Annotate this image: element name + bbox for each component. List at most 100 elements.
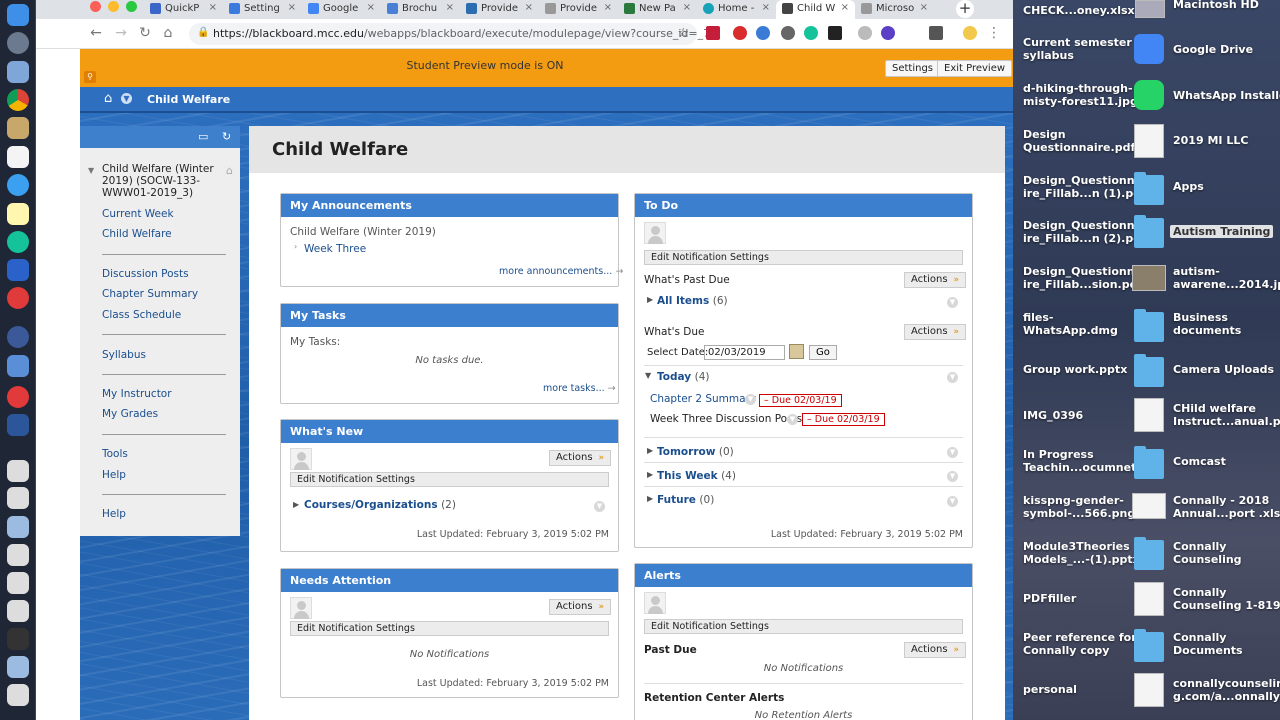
desktop-file[interactable]: Design_Questionna ire_Fillab...n (2).pdf (1023, 219, 1146, 245)
sidebar-item-current-week[interactable]: Current Week (102, 208, 174, 220)
actions-dropdown[interactable]: Actions » (549, 599, 612, 615)
desktop-file[interactable]: Group work.pptx (1023, 363, 1127, 376)
desktop-file[interactable]: Business documents (1173, 311, 1241, 337)
webloc-file-icon[interactable] (1134, 673, 1164, 707)
chevron-down-icon[interactable]: ▼ (947, 297, 958, 308)
preview-icon[interactable] (7, 61, 29, 83)
home-icon[interactable]: ⌂ (104, 91, 112, 106)
desktop-file[interactable]: Comcast (1173, 455, 1226, 468)
spreadsheet-icon[interactable] (1132, 493, 1166, 519)
sidebar-item-syllabus[interactable]: Syllabus (102, 349, 146, 361)
app-icon[interactable] (7, 287, 29, 309)
actions-dropdown[interactable]: Actions » (904, 324, 967, 340)
chevron-down-icon[interactable]: ▼ (745, 394, 756, 405)
desktop-file[interactable]: WhatsApp Installer (1173, 89, 1280, 102)
extension-icon[interactable] (756, 26, 770, 40)
document-icon[interactable] (7, 544, 29, 566)
extension-icon[interactable] (733, 26, 747, 40)
extension-icon[interactable] (858, 26, 872, 40)
expand-triangle-icon[interactable]: ▶ (293, 500, 299, 509)
close-tab-icon[interactable]: × (367, 2, 375, 13)
chevron-down-icon[interactable]: ▼ (947, 447, 958, 458)
expand-triangle-icon[interactable]: ▶ (647, 470, 653, 479)
document-icon[interactable] (1134, 582, 1164, 616)
sidebar-item-help-2[interactable]: Help (102, 508, 126, 520)
extension-icon[interactable] (804, 26, 818, 40)
menu-kebab-icon[interactable]: ⋮ (986, 25, 1002, 41)
today-group[interactable]: Today (4) (657, 370, 709, 383)
refresh-icon[interactable]: ↻ (222, 130, 231, 143)
messages-icon[interactable] (7, 174, 29, 196)
desktop-file[interactable]: Autism Training (1170, 225, 1274, 238)
reload-icon[interactable]: ↻ (137, 25, 153, 41)
desktop-file[interactable]: Camera Uploads (1173, 363, 1274, 376)
desktop-file[interactable]: CHECK...oney.xlsx (1023, 4, 1135, 17)
google-drive-icon[interactable] (1134, 34, 1164, 64)
desktop-file[interactable]: PDFfiller (1023, 592, 1076, 605)
calendar-icon[interactable] (7, 146, 29, 168)
collapse-triangle-icon[interactable]: ▼ (645, 371, 651, 380)
zoom-window-button[interactable] (126, 1, 137, 12)
extension-icon[interactable] (929, 26, 943, 40)
today-link[interactable]: Today (657, 371, 691, 383)
desktop-file[interactable]: files- WhatsApp.dmg (1023, 311, 1118, 337)
desktop-file[interactable]: CHild welfareInstruct...anual.pdf (1173, 402, 1280, 428)
desktop-file[interactable]: Connally Documents (1173, 631, 1243, 657)
folder-icon[interactable] (1134, 537, 1164, 570)
tomorrow-group[interactable]: Tomorrow (0) (657, 445, 734, 458)
desktop-file[interactable]: Connally - 2018 Annual...port .xlsx (1173, 494, 1280, 520)
folder-icon[interactable] (1134, 446, 1164, 479)
actions-dropdown[interactable]: Actions » (904, 642, 967, 658)
close-tab-icon[interactable]: × (604, 2, 612, 13)
chevron-down-icon[interactable]: ▼ (947, 496, 958, 507)
word-icon[interactable] (7, 414, 29, 436)
desktop-file[interactable]: Connally Counseling 1-819 (1173, 586, 1280, 612)
document-icon[interactable] (7, 487, 29, 509)
minimize-window-button[interactable] (108, 1, 119, 12)
go-button[interactable]: Go (809, 345, 837, 360)
folder-icon[interactable] (1134, 215, 1164, 248)
sidebar-item-chapter-summary[interactable]: Chapter Summary (102, 288, 198, 300)
actions-dropdown[interactable]: Actions » (549, 450, 612, 466)
calendar-picker-icon[interactable] (789, 344, 804, 359)
sidebar-item-tools[interactable]: Tools (102, 448, 128, 460)
bookmark-star-icon[interactable]: ☆ (677, 26, 689, 41)
courses-organizations-link[interactable]: Courses/Organizations (304, 499, 438, 511)
profile-avatar[interactable] (963, 26, 977, 40)
desktop-file[interactable]: connallycounseling.com/a...onnally/# (1173, 677, 1280, 703)
future-link[interactable]: Future (657, 494, 696, 506)
close-tab-icon[interactable]: × (841, 2, 849, 13)
desktop-file[interactable]: 2019 MI LLC (1173, 134, 1248, 147)
date-input[interactable]: 02/03/2019 (704, 345, 785, 360)
app-icon[interactable] (7, 326, 29, 348)
tab-microsoft[interactable]: Microso × (855, 0, 934, 19)
desktop-file[interactable]: Connally Counseling (1173, 540, 1242, 566)
extension-icon[interactable] (781, 26, 795, 40)
breadcrumb-course-title[interactable]: Child Welfare (147, 93, 230, 106)
document-icon[interactable] (7, 684, 29, 706)
desktop-file[interactable]: autism-awarene...2014.jpg (1173, 265, 1280, 291)
edit-notification-settings-button[interactable]: Edit Notification Settings (290, 621, 609, 636)
address-bar[interactable]: 🔒 https://blackboard.mcc.edu/webapps/bla… (189, 23, 721, 45)
todo-item-week-three-discussion[interactable]: Week Three Discussion Posts (650, 413, 802, 425)
sidebar-item-my-instructor[interactable]: My Instructor (102, 388, 172, 400)
tasks-icon[interactable] (7, 259, 29, 281)
desktop-file[interactable]: Current semester syllabus (1023, 36, 1132, 62)
more-tasks-link[interactable]: more tasks... → (543, 383, 616, 394)
desktop-file[interactable]: Design_Questionna ire_Fillab...n (1).pdf (1023, 174, 1146, 200)
desktop-file[interactable]: In Progress Teachin...ocumnets (1023, 448, 1143, 474)
folder-icon[interactable] (1134, 629, 1164, 662)
grammarly-icon[interactable] (7, 231, 29, 253)
desktop-file[interactable]: Design_Questionna ire_Fillab...sion.pdf (1023, 265, 1142, 291)
preview-settings-button[interactable]: Settings (885, 60, 941, 77)
desktop-file[interactable]: d-hiking-through-misty-forest11.jpg (1023, 82, 1138, 108)
future-group[interactable]: Future (0) (657, 493, 714, 506)
folder-icon[interactable] (1134, 309, 1164, 342)
extension-icon[interactable] (828, 26, 842, 40)
close-tab-icon[interactable]: × (288, 2, 296, 13)
chevron-down-icon[interactable]: ▼ (947, 471, 958, 482)
chrome-icon[interactable] (7, 89, 29, 111)
course-home-icon[interactable]: ⌂ (226, 164, 233, 177)
tomorrow-link[interactable]: Tomorrow (657, 446, 715, 458)
close-window-button[interactable] (90, 1, 101, 12)
